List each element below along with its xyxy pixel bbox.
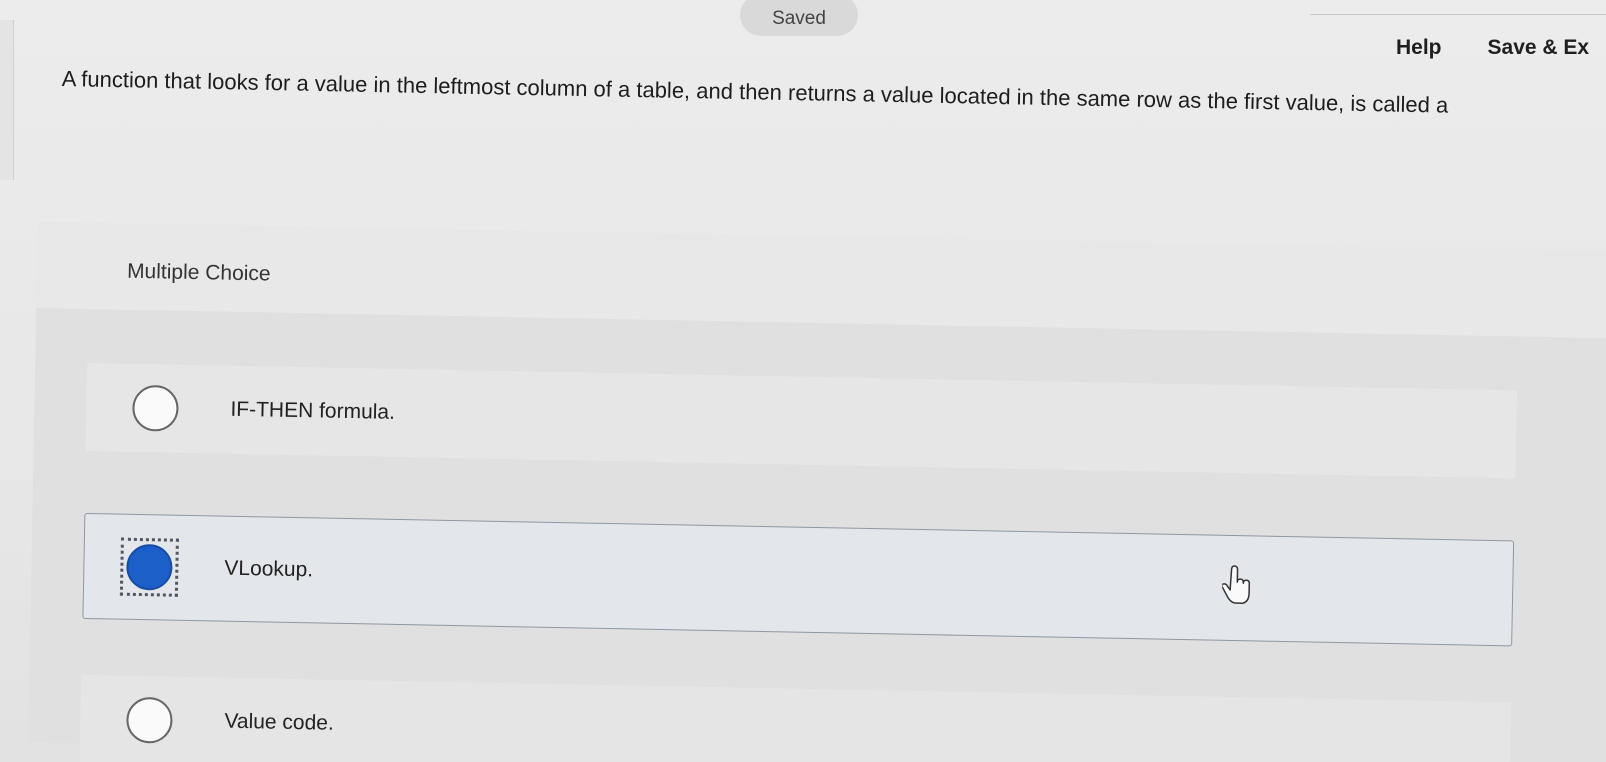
header-actions: Help Save & Ex — [1396, 36, 1589, 60]
multiple-choice-panel: Multiple Choice IF-THEN formula. VLookup… — [28, 222, 1606, 762]
hand-pointer-icon — [1221, 565, 1251, 604]
option-if-then[interactable]: IF-THEN formula. — [85, 362, 1518, 479]
option-label: VLookup. — [224, 556, 314, 582]
help-link[interactable]: Help — [1396, 36, 1442, 60]
question-text: A function that looks for a value in the… — [61, 65, 1449, 118]
option-vlookup[interactable]: VLookup. — [82, 512, 1515, 647]
header-divider — [1310, 14, 1606, 15]
left-edge-divider — [0, 20, 14, 180]
option-label: IF-THEN formula. — [230, 397, 396, 424]
option-label: Value code. — [224, 709, 335, 735]
option-value-code[interactable]: Value code. — [79, 674, 1512, 762]
radio-unselected-icon[interactable] — [132, 384, 179, 432]
multiple-choice-heading: Multiple Choice — [36, 222, 1606, 339]
radio-focus-ring[interactable] — [119, 537, 179, 597]
saved-status-badge: Saved — [740, 0, 858, 36]
page: Saved Help Save & Ex A function that loo… — [0, 0, 1606, 762]
radio-selected-icon — [125, 543, 173, 591]
save-exit-link[interactable]: Save & Ex — [1488, 36, 1590, 60]
radio-unselected-icon[interactable] — [126, 696, 173, 744]
